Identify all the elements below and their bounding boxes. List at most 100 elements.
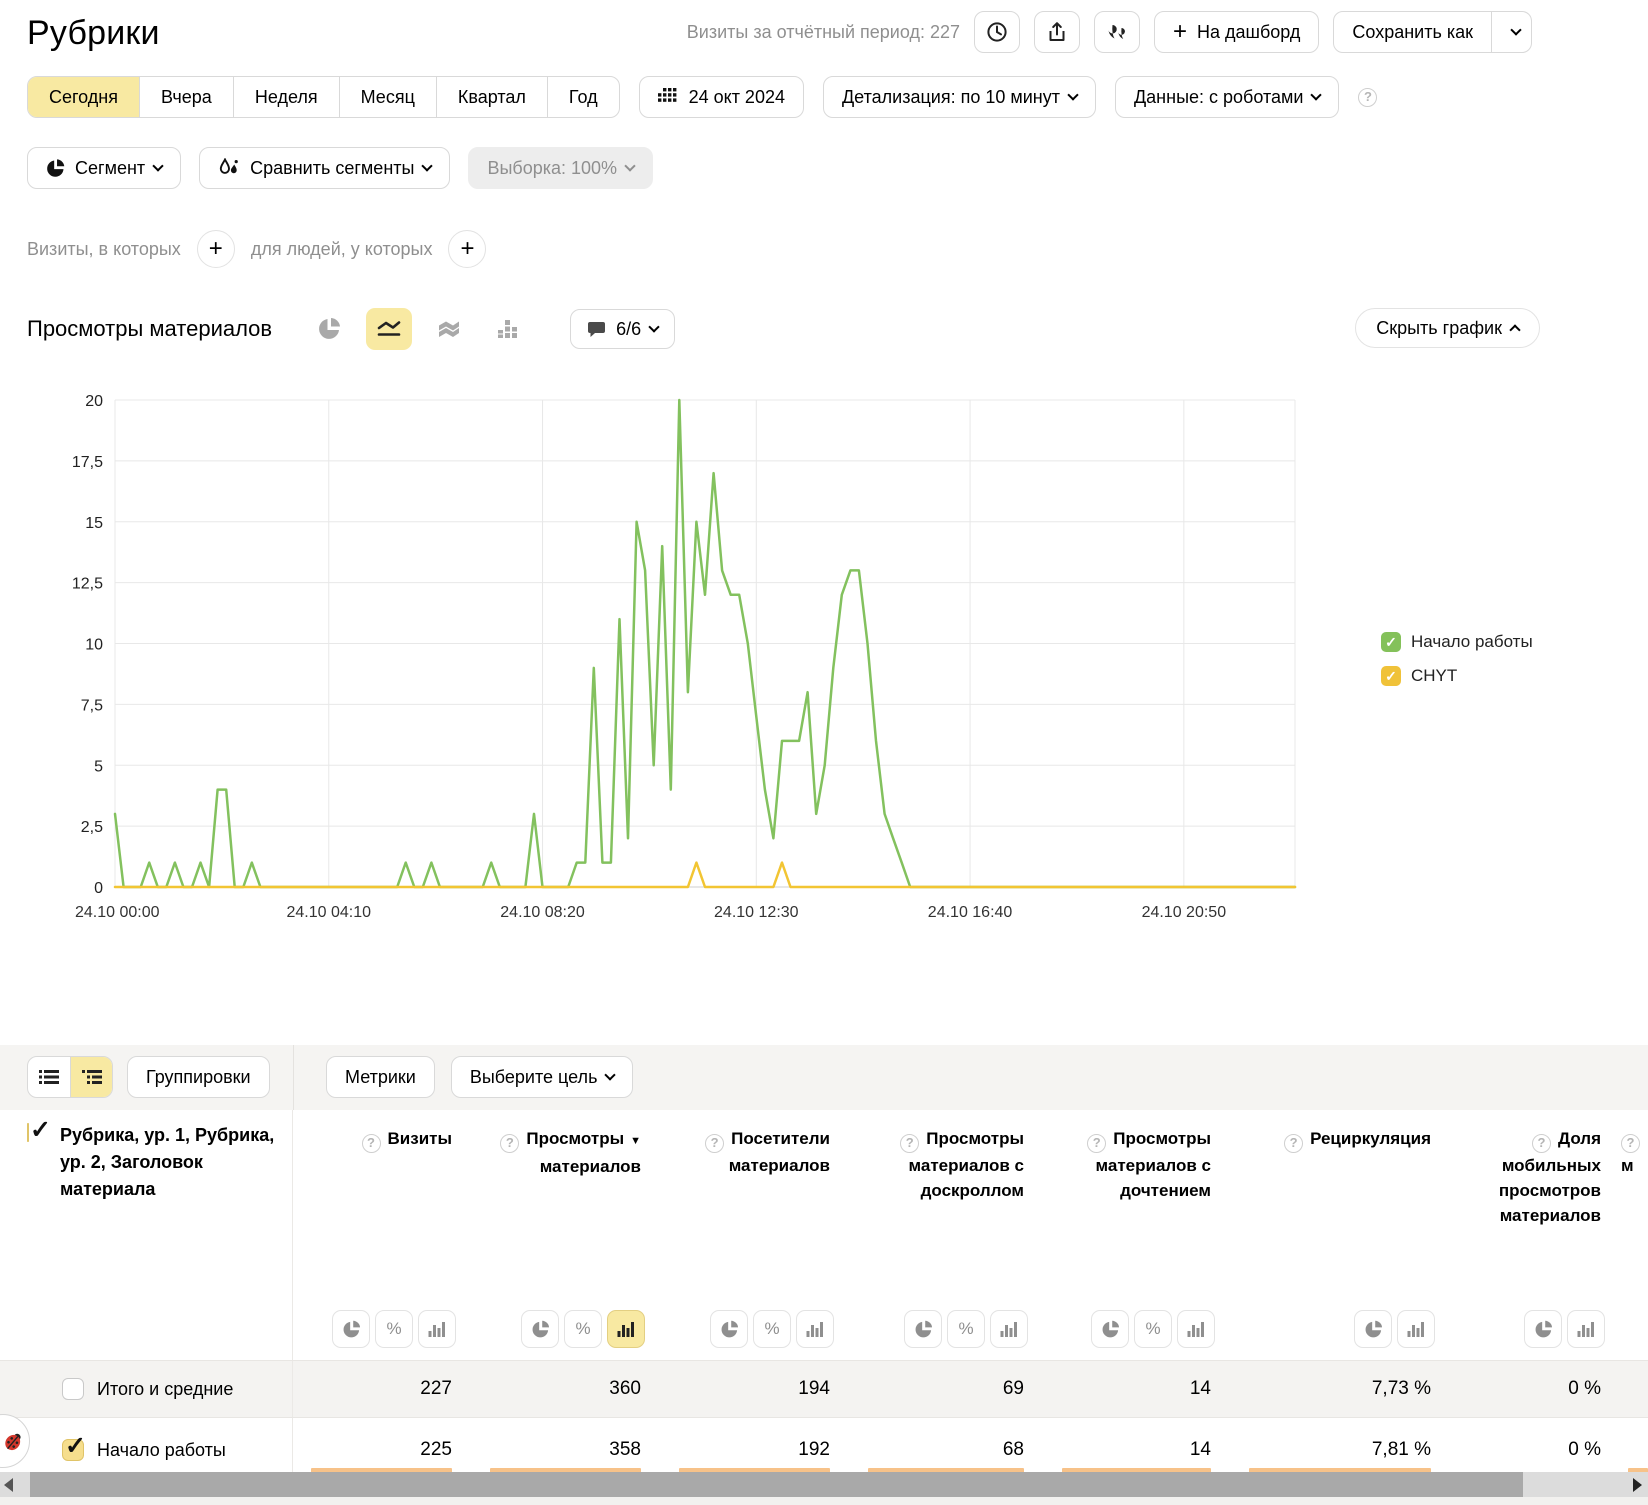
bars-metric-view-button[interactable] — [990, 1310, 1028, 1348]
period-tab-квартал[interactable]: Квартал — [436, 77, 547, 117]
segment-button[interactable]: Сегмент — [27, 147, 181, 189]
pie-metric-view-button[interactable] — [332, 1310, 370, 1348]
chevron-up-icon — [1509, 324, 1520, 335]
stacked-area-type-icon[interactable] — [426, 308, 472, 350]
group-column-header: Рубрика, ур. 1, Рубрика, ур. 2, Заголово… — [0, 1110, 293, 1360]
column-header-просмотры-материалов-с-доскроллом[interactable]: ?Просмотрыматериалов сдоскроллом% — [850, 1110, 1044, 1360]
bars-metric-view-button[interactable] — [796, 1310, 834, 1348]
percent-metric-view-button[interactable]: % — [564, 1310, 602, 1348]
chart-comments-button[interactable]: 6/6 — [570, 309, 675, 349]
pie-metric-view-button[interactable] — [1091, 1310, 1129, 1348]
quotes-icon — [1107, 22, 1127, 42]
bars-metric-view-button[interactable] — [418, 1310, 456, 1348]
metric-help-icon[interactable]: ? — [1532, 1134, 1551, 1153]
chevron-down-icon — [624, 160, 635, 171]
pie-metric-view-button[interactable] — [521, 1310, 559, 1348]
bar-chart-type-icon[interactable] — [486, 308, 532, 350]
date-picker-button[interactable]: 24 окт 2024 — [639, 76, 804, 118]
bars-metric-view-button[interactable] — [1177, 1310, 1215, 1348]
flat-list-view-button[interactable] — [28, 1057, 70, 1097]
column-header-визиты[interactable]: ?Визиты% — [293, 1110, 472, 1360]
detail-dropdown[interactable]: Детализация: по 10 минут — [823, 76, 1096, 118]
scroll-right-icon[interactable] — [1633, 1478, 1642, 1492]
hide-chart-button[interactable]: Скрыть график — [1355, 308, 1540, 348]
legend-item: ✓ CHYT — [1381, 666, 1533, 686]
metric-help-icon[interactable]: ? — [1621, 1134, 1640, 1153]
help-icon[interactable]: ? — [1358, 88, 1377, 107]
add-people-filter-button[interactable]: + — [448, 230, 486, 268]
people-filter-label: для людей, у которых — [251, 239, 433, 260]
metric-help-icon[interactable]: ? — [1284, 1134, 1303, 1153]
percent-metric-view-button[interactable]: % — [947, 1310, 985, 1348]
column-header-просмотры-материалов[interactable]: ?Просмотры▼материалов% — [472, 1110, 661, 1360]
metric-help-icon[interactable]: ? — [900, 1134, 919, 1153]
ladybug-icon — [1, 1428, 27, 1454]
row-checkbox[interactable] — [62, 1439, 84, 1461]
svg-text:24.10 20:50: 24.10 20:50 — [1142, 904, 1227, 921]
save-as-menu-button[interactable] — [1491, 12, 1531, 52]
period-tabs: СегодняВчераНеделяМесяцКварталГод — [27, 76, 620, 118]
metric-help-icon[interactable]: ? — [1087, 1134, 1106, 1153]
add-visits-filter-button[interactable]: + — [197, 230, 235, 268]
export-button[interactable] — [1034, 11, 1080, 53]
sample-dropdown[interactable]: Выборка: 100% — [468, 147, 653, 189]
horizontal-scrollbar[interactable] — [0, 1472, 1648, 1497]
comment-bubble-icon — [587, 321, 606, 338]
cell-value: 0 % — [1451, 1361, 1621, 1417]
pie-metric-view-button[interactable] — [1354, 1310, 1392, 1348]
column-header-посетители-материалов[interactable]: ?Посетителиматериалов% — [661, 1110, 850, 1360]
goal-dropdown[interactable]: Выберите цель — [451, 1056, 634, 1098]
percent-metric-view-button[interactable]: % — [375, 1310, 413, 1348]
scroll-left-icon[interactable] — [4, 1478, 13, 1492]
row-checkbox[interactable] — [62, 1378, 84, 1400]
groupings-button[interactable]: Группировки — [127, 1056, 270, 1098]
metric-help-icon[interactable]: ? — [500, 1134, 519, 1153]
metric-help-icon[interactable]: ? — [362, 1134, 381, 1153]
column-header-рециркуляция[interactable]: ?Рециркуляция — [1231, 1110, 1451, 1360]
svg-text:24.10 12:30: 24.10 12:30 — [714, 904, 799, 921]
legend-checkbox[interactable]: ✓ — [1381, 666, 1401, 686]
period-tab-год[interactable]: Год — [547, 77, 619, 117]
chevron-down-icon — [648, 321, 659, 332]
metrics-button[interactable]: Метрики — [326, 1056, 435, 1098]
metric-help-icon[interactable]: ? — [705, 1134, 724, 1153]
period-tab-месяц[interactable]: Месяц — [339, 77, 436, 117]
add-to-dashboard-button[interactable]: +На дашборд — [1154, 11, 1319, 53]
legend-checkbox[interactable]: ✓ — [1381, 632, 1401, 652]
legend-label: Начало работы — [1411, 632, 1533, 652]
comments-button[interactable] — [1094, 11, 1140, 53]
segment-row: Сегмент Сравнить сегменты Выборка: 100% — [27, 147, 653, 189]
table-toolbar: Группировки Метрики Выберите цель — [0, 1045, 1648, 1110]
column-header-просмотры-материалов-с-дочтением[interactable]: ?Просмотрыматериалов сдочтением% — [1044, 1110, 1231, 1360]
row-label[interactable]: Начало работы — [97, 1440, 226, 1461]
data-dropdown[interactable]: Данные: с роботами — [1115, 76, 1339, 118]
header-actions: Визиты за отчётный период: 227 +На дашбо… — [687, 11, 1532, 53]
select-all-checkbox[interactable] — [27, 1123, 29, 1142]
line-chart-type-icon[interactable] — [366, 308, 412, 350]
bars-metric-view-button[interactable] — [1397, 1310, 1435, 1348]
bars-metric-view-button[interactable] — [1567, 1310, 1605, 1348]
legend-label: CHYT — [1411, 666, 1457, 686]
tree-view-button[interactable] — [70, 1057, 112, 1097]
period-tab-неделя[interactable]: Неделя — [233, 77, 339, 117]
schedule-report-button[interactable] — [974, 11, 1020, 53]
compare-segments-button[interactable]: Сравнить сегменты — [199, 147, 450, 189]
pie-metric-view-button[interactable] — [710, 1310, 748, 1348]
scrollbar-thumb[interactable] — [30, 1472, 1523, 1497]
period-tab-вчера[interactable]: Вчера — [139, 77, 233, 117]
period-row: СегодняВчераНеделяМесяцКварталГод 24 окт… — [27, 76, 1377, 118]
pie-metric-view-button[interactable] — [904, 1310, 942, 1348]
pie-chart-type-icon[interactable] — [306, 308, 352, 350]
save-as-button[interactable]: Сохранить как — [1334, 12, 1491, 52]
bars-metric-view-button[interactable] — [607, 1310, 645, 1348]
percent-metric-view-button[interactable]: % — [753, 1310, 791, 1348]
column-header-partial[interactable]: ?м — [1621, 1110, 1648, 1360]
line-chart[interactable]: 02,557,51012,51517,52024.10 00:0024.10 0… — [57, 392, 1297, 937]
column-header-доля-мобильных-просмотров-материалов[interactable]: ?Долямобильныхпросмотровматериалов — [1451, 1110, 1621, 1360]
period-tab-сегодня[interactable]: Сегодня — [28, 77, 139, 117]
pie-metric-view-button[interactable] — [1524, 1310, 1562, 1348]
svg-text:10: 10 — [85, 637, 103, 654]
percent-metric-view-button[interactable]: % — [1134, 1310, 1172, 1348]
row-label[interactable]: Итого и средние — [97, 1379, 233, 1400]
pie-segment-icon — [46, 159, 65, 178]
